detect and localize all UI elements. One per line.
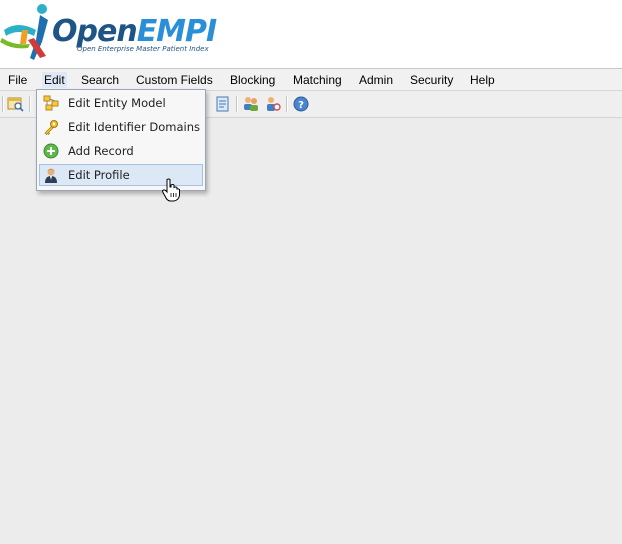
- svg-text:?: ?: [298, 100, 304, 111]
- toolbar-separator: [29, 96, 31, 112]
- logo-tagline: Open Enterprise Master Patient Index: [77, 45, 209, 53]
- edit-menu-dropdown: Edit Entity Model Edit Identifier Domain…: [36, 89, 206, 191]
- key-icon: [43, 119, 59, 135]
- logo-empi-text: EMPI: [136, 14, 217, 49]
- menu-item-label: Edit Entity Model: [68, 96, 166, 110]
- menu-edit[interactable]: Edit: [42, 72, 67, 88]
- user-link-icon[interactable]: [264, 95, 282, 113]
- menu-item-edit-entity-model[interactable]: Edit Entity Model: [39, 92, 203, 114]
- logo-wordmark: OpenEMPI: [52, 14, 217, 49]
- profile-user-icon: [43, 167, 59, 183]
- menu-item-label: Edit Profile: [68, 168, 130, 182]
- document-icon[interactable]: [213, 95, 231, 113]
- users-icon[interactable]: [242, 95, 260, 113]
- menu-custom-fields[interactable]: Custom Fields: [134, 72, 215, 88]
- search-window-icon[interactable]: [7, 95, 25, 113]
- menu-help[interactable]: Help: [468, 72, 497, 88]
- menu-item-label: Edit Identifier Domains: [68, 120, 201, 134]
- logo-figure-icon: [0, 4, 48, 60]
- add-icon: [43, 143, 59, 159]
- menu-item-edit-identifier-domains[interactable]: Edit Identifier Domains: [39, 116, 203, 138]
- menu-admin[interactable]: Admin: [357, 72, 395, 88]
- openempi-logo: OpenEMPI Open Enterprise Master Patient …: [0, 0, 217, 66]
- toolbar-separator: [2, 96, 4, 112]
- app-header: OpenEMPI Open Enterprise Master Patient …: [0, 0, 622, 68]
- toolbar-separator: [286, 96, 288, 112]
- menu-bar: File Edit Search Custom Fields Blocking …: [0, 68, 622, 91]
- menu-search[interactable]: Search: [79, 72, 121, 88]
- menu-item-add-record[interactable]: Add Record: [39, 140, 203, 162]
- menu-item-label: Add Record: [68, 144, 134, 158]
- menu-security[interactable]: Security: [408, 72, 455, 88]
- help-icon[interactable]: ?: [292, 95, 310, 113]
- toolbar-separator: [236, 96, 238, 112]
- entity-model-icon: [43, 95, 59, 111]
- menu-matching[interactable]: Matching: [291, 72, 344, 88]
- hand-cursor-icon: [161, 178, 181, 202]
- menu-file[interactable]: File: [6, 72, 29, 88]
- menu-blocking[interactable]: Blocking: [228, 72, 277, 88]
- logo-open-text: Open: [52, 14, 138, 49]
